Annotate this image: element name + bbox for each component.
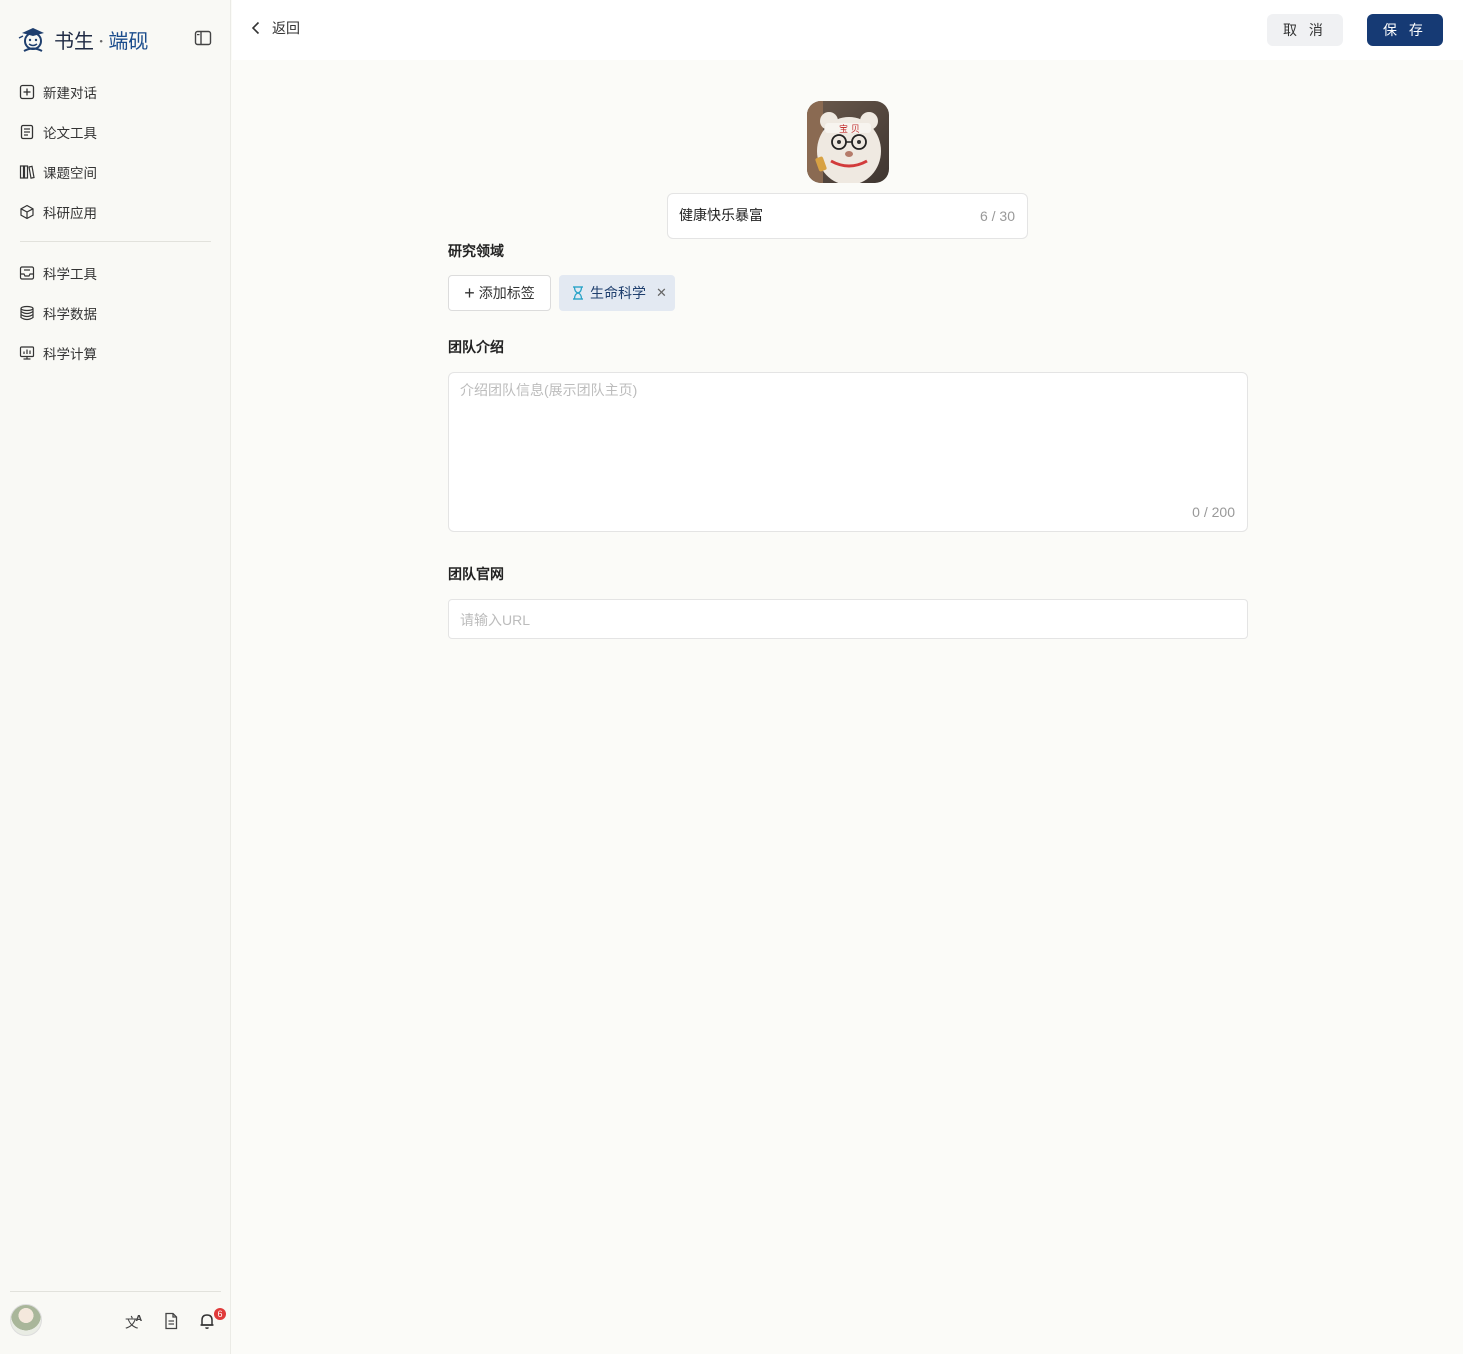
plus-square-icon — [19, 84, 35, 100]
sidebar-nav-secondary: 科学工具 科学数据 科学计算 — [0, 253, 231, 373]
document-icon[interactable] — [162, 1312, 180, 1330]
cube-icon — [20, 204, 34, 220]
brand-name-part1: 书生 — [54, 28, 94, 53]
sidebar-item-label: 科学工具 — [43, 267, 97, 282]
team-avatar-image: 宝 贝 — [807, 101, 889, 183]
brand-separator: · — [98, 28, 105, 53]
brand-name: 书生 · 端砚 — [54, 25, 148, 54]
sidebar-item-label: 课题空间 — [43, 166, 97, 181]
top-bar: 返回 取 消 保 存 — [232, 0, 1463, 60]
sidebar-collapse-icon[interactable] — [194, 30, 212, 46]
sidebar-divider — [20, 241, 211, 242]
sidebar-nav-primary: 新建对话 论文工具 课题空间 科研应用 — [0, 72, 231, 232]
hourglass-icon — [573, 286, 583, 300]
sidebar-item-label: 科学计算 — [43, 347, 97, 362]
team-avatar[interactable]: 宝 贝 — [807, 101, 889, 183]
team-name-input[interactable] — [679, 207, 949, 223]
team-intro-field[interactable]: 0 / 200 — [448, 372, 1248, 532]
notification-badge: 6 — [214, 1308, 226, 1320]
brand-name-part2: 端砚 — [108, 28, 149, 53]
team-name-field[interactable]: 6 / 30 — [667, 193, 1028, 239]
team-intro-char-count: 0 / 200 — [1192, 504, 1235, 520]
sidebar-item-paper-tools[interactable]: 论文工具 — [0, 112, 231, 152]
books-icon — [19, 165, 35, 179]
sidebar-item-label: 新建对话 — [43, 86, 97, 101]
team-name-char-count: 6 / 30 — [979, 208, 1015, 224]
monitor-chart-icon — [19, 346, 35, 360]
translate-icon[interactable]: 文 A — [125, 1312, 143, 1330]
team-intro-label: 团队介绍 — [448, 339, 504, 355]
team-website-field[interactable] — [448, 599, 1248, 639]
back-button[interactable]: 返回 — [248, 18, 300, 38]
back-label: 返回 — [272, 20, 300, 36]
research-field-label: 研究领域 — [448, 243, 504, 259]
team-website-input[interactable] — [460, 612, 1230, 628]
sidebar-item-science-compute[interactable]: 科学计算 — [0, 333, 231, 373]
sidebar-item-science-tools[interactable]: 科学工具 — [0, 253, 231, 293]
chevron-left-icon — [251, 21, 260, 35]
sidebar-item-label: 论文工具 — [43, 126, 97, 141]
plus-icon: + — [464, 283, 475, 303]
tag-label: 生命科学 — [590, 285, 646, 301]
sidebar-item-science-data[interactable]: 科学数据 — [0, 293, 231, 333]
sidebar-footer-divider — [10, 1291, 221, 1292]
document-icon — [20, 124, 34, 140]
research-field-tag: 生命科学 ✕ — [559, 275, 675, 311]
cancel-button[interactable]: 取 消 — [1267, 14, 1343, 46]
sidebar: 书生 · 端砚 新建对话 论文工具 课题空间 科研应用 科学工具 科学数据 科学… — [0, 0, 231, 1354]
database-icon — [20, 305, 34, 321]
team-website-label: 团队官网 — [448, 566, 504, 582]
sidebar-item-label: 科学数据 — [43, 307, 97, 322]
sidebar-item-new-chat[interactable]: 新建对话 — [0, 72, 231, 112]
svg-text:A: A — [136, 1313, 143, 1323]
user-avatar[interactable] — [10, 1304, 42, 1336]
sidebar-item-research-apps[interactable]: 科研应用 — [0, 192, 231, 232]
add-tag-button[interactable]: + 添加标签 — [448, 275, 551, 311]
svg-text:宝 贝: 宝 贝 — [839, 123, 860, 135]
sidebar-item-project-space[interactable]: 课题空间 — [0, 152, 231, 192]
sidebar-item-label: 科研应用 — [43, 206, 97, 221]
team-intro-textarea[interactable] — [460, 380, 1230, 490]
add-tag-label: 添加标签 — [478, 285, 535, 301]
brand-logo[interactable]: 书生 · 端砚 — [18, 22, 148, 56]
close-icon[interactable]: ✕ — [656, 285, 667, 301]
scholar-logo-icon — [18, 28, 44, 52]
toolbox-icon — [19, 266, 35, 280]
save-button[interactable]: 保 存 — [1367, 14, 1443, 46]
